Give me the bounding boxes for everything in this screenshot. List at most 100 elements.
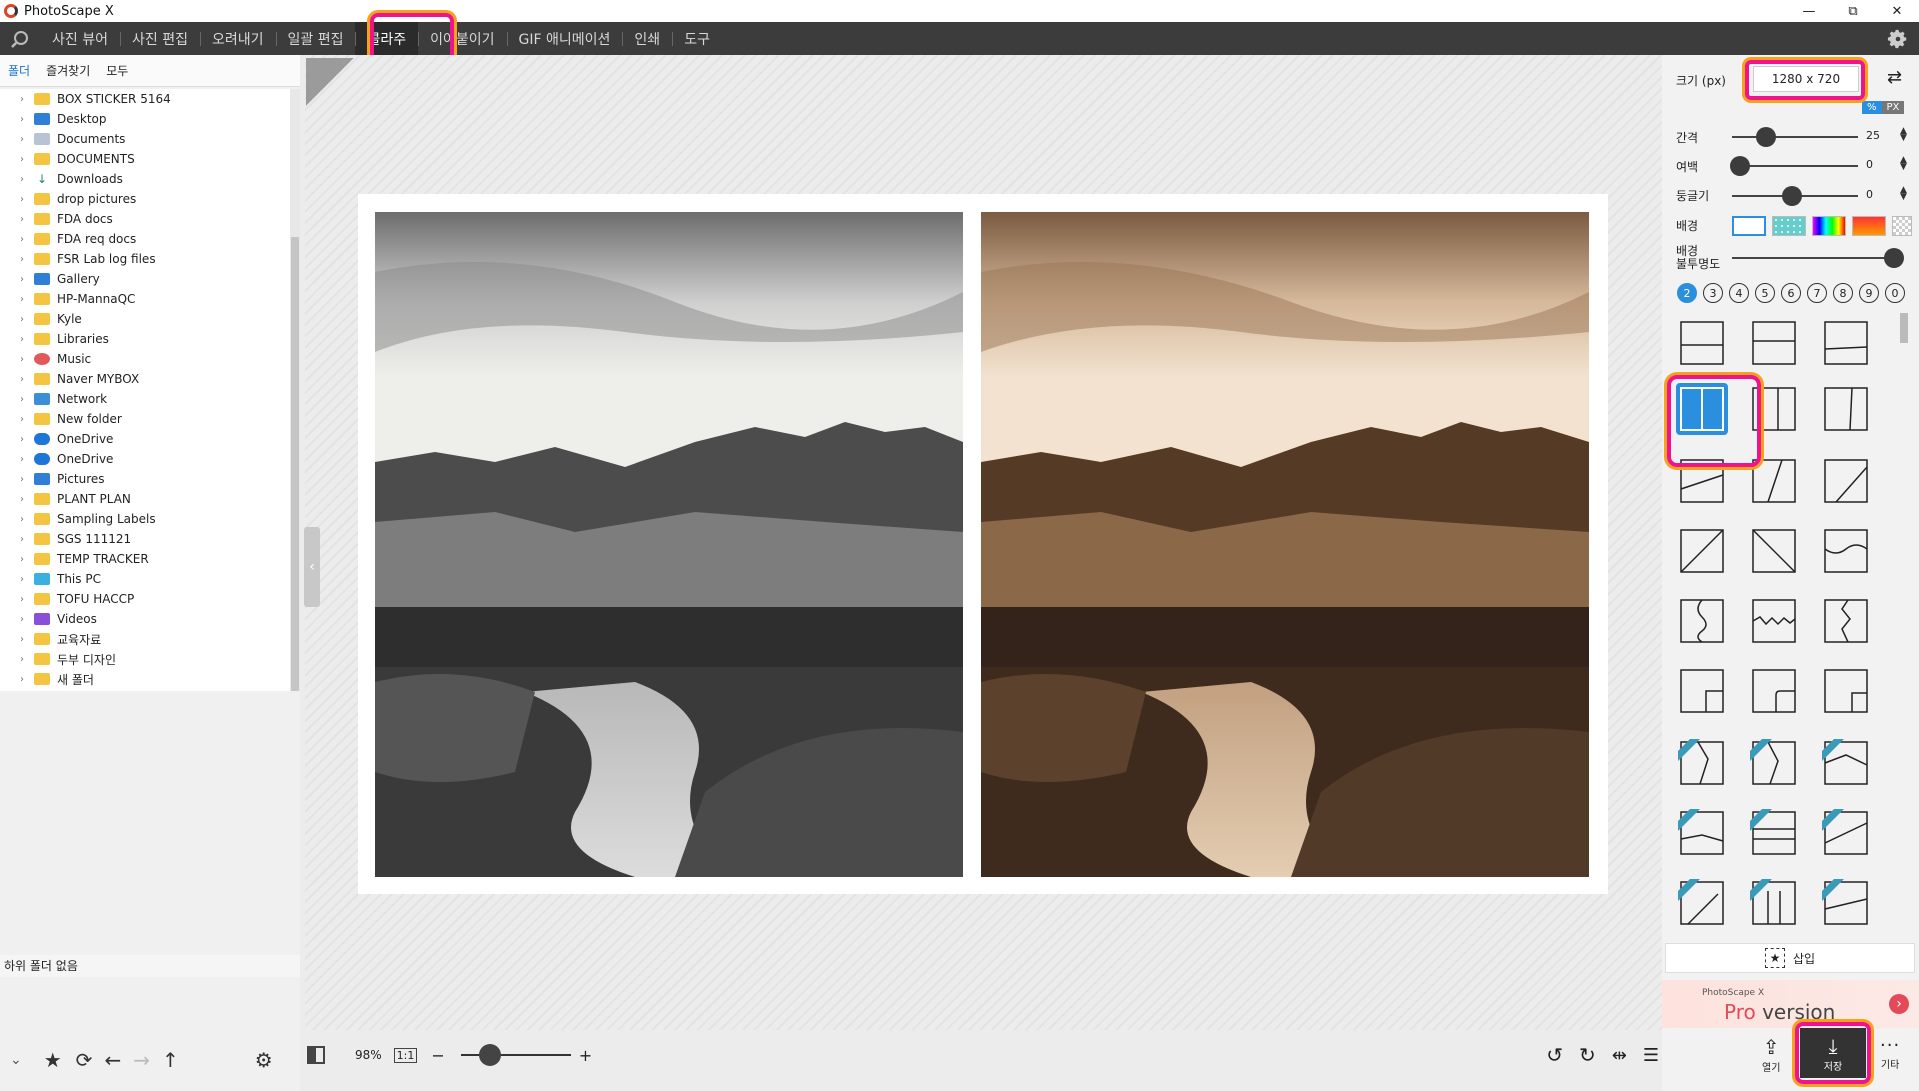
chevron-right-icon[interactable]: › bbox=[20, 494, 34, 505]
chevron-right-icon[interactable]: › bbox=[20, 614, 34, 625]
folder-row[interactable]: › 교육자료 bbox=[0, 629, 290, 649]
layout-option[interactable] bbox=[1676, 525, 1728, 577]
round-slider-knob[interactable] bbox=[1782, 186, 1802, 206]
flip-vertical-icon[interactable]: ☰ bbox=[1643, 1045, 1659, 1066]
folder-row[interactable]: › New folder bbox=[0, 409, 290, 429]
folder-row[interactable]: › TEMP TRACKER bbox=[0, 549, 290, 569]
bg-color-swatch[interactable] bbox=[1852, 216, 1886, 236]
layout-option[interactable] bbox=[1820, 595, 1872, 647]
folder-row[interactable]: › ↓ Downloads bbox=[0, 169, 290, 189]
chevron-right-icon[interactable]: › bbox=[20, 354, 34, 365]
settings-gear-icon[interactable] bbox=[1887, 28, 1909, 53]
margin-slider-knob[interactable] bbox=[1730, 156, 1750, 176]
tab-photo-editor[interactable]: 사진 편집 bbox=[119, 22, 200, 55]
folder-row[interactable]: › This PC bbox=[0, 569, 290, 589]
layout-option[interactable] bbox=[1748, 525, 1800, 577]
layout-option-pro[interactable] bbox=[1676, 877, 1728, 929]
spacing-slider[interactable] bbox=[1732, 127, 1858, 147]
chevron-right-icon[interactable]: › bbox=[20, 454, 34, 465]
layout-scrollbar[interactable] bbox=[1900, 313, 1908, 343]
count-5-button[interactable]: 5 bbox=[1755, 283, 1775, 303]
swap-orientation-icon[interactable]: ⇄ bbox=[1887, 67, 1902, 88]
chevron-right-icon[interactable]: › bbox=[20, 194, 34, 205]
count-7-button[interactable]: 7 bbox=[1807, 283, 1827, 303]
margin-value[interactable]: 0 bbox=[1866, 158, 1873, 171]
folder-row[interactable]: › BOX STICKER 5164 bbox=[0, 89, 290, 109]
folder-row[interactable]: › Sampling Labels bbox=[0, 509, 290, 529]
unit-toggle[interactable]: % PX bbox=[1862, 101, 1905, 114]
subtab-favorites[interactable]: 즐겨찾기 bbox=[46, 62, 90, 79]
count-8-button[interactable]: 8 bbox=[1833, 283, 1853, 303]
tree-scroll-thumb[interactable] bbox=[291, 237, 299, 691]
unit-percent-button[interactable]: % bbox=[1862, 101, 1882, 114]
insert-button[interactable]: ★ 삽입 bbox=[1665, 943, 1915, 973]
tree-scrollbar[interactable] bbox=[290, 89, 300, 691]
layout-option[interactable] bbox=[1748, 595, 1800, 647]
chevron-right-icon[interactable]: › bbox=[20, 254, 34, 265]
up-arrow-icon[interactable]: ↑ bbox=[162, 1048, 179, 1072]
rotate-right-icon[interactable]: ↻ bbox=[1579, 1043, 1596, 1067]
zoom-slider-knob[interactable] bbox=[478, 1044, 501, 1066]
chevron-right-icon[interactable]: › bbox=[20, 434, 34, 445]
zoom-in-icon[interactable]: + bbox=[579, 1046, 592, 1065]
layout-option-pro[interactable] bbox=[1676, 737, 1728, 789]
layout-option-pro[interactable] bbox=[1820, 807, 1872, 859]
layout-option[interactable] bbox=[1748, 317, 1800, 369]
tab-print[interactable]: 인쇄 bbox=[622, 22, 672, 55]
count-9-button[interactable]: 9 bbox=[1859, 283, 1879, 303]
count-3-button[interactable]: 3 bbox=[1703, 283, 1723, 303]
chevron-right-icon[interactable]: › bbox=[20, 414, 34, 425]
folder-row[interactable]: › Gallery bbox=[0, 269, 290, 289]
fit-view-icon[interactable] bbox=[307, 1046, 325, 1064]
layout-option-pro[interactable] bbox=[1820, 877, 1872, 929]
chevron-right-icon[interactable]: › bbox=[20, 314, 34, 325]
subtab-all[interactable]: 모두 bbox=[106, 62, 128, 79]
folder-row[interactable]: › 두부 디자인 bbox=[0, 649, 290, 669]
layout-option[interactable] bbox=[1676, 595, 1728, 647]
zoom-slider[interactable] bbox=[460, 1044, 571, 1066]
layout-option[interactable] bbox=[1820, 317, 1872, 369]
folder-row[interactable]: › OneDrive bbox=[0, 449, 290, 469]
collage-photo-bw[interactable] bbox=[375, 212, 963, 877]
round-value[interactable]: 0 bbox=[1866, 188, 1873, 201]
folder-row[interactable]: › HP-MannaQC bbox=[0, 289, 290, 309]
chevron-right-icon[interactable]: › bbox=[20, 154, 34, 165]
layout-option-pro[interactable] bbox=[1820, 737, 1872, 789]
folder-row[interactable]: › FSR Lab log files bbox=[0, 249, 290, 269]
tab-tools[interactable]: 도구 bbox=[672, 22, 722, 55]
folder-row[interactable]: › Desktop bbox=[0, 109, 290, 129]
tab-photo-viewer[interactable]: 사진 뷰어 bbox=[40, 22, 120, 55]
round-slider[interactable] bbox=[1732, 186, 1858, 206]
layout-option[interactable] bbox=[1748, 665, 1800, 717]
chevron-right-icon[interactable]: › bbox=[1889, 994, 1909, 1014]
chevron-right-icon[interactable]: › bbox=[20, 554, 34, 565]
folder-row[interactable]: › TOFU HACCP bbox=[0, 589, 290, 609]
bg-gradient-swatch[interactable] bbox=[1812, 216, 1846, 236]
chevron-right-icon[interactable]: › bbox=[20, 534, 34, 545]
bg-opacity-slider[interactable] bbox=[1732, 248, 1904, 268]
folder-row[interactable]: › Music bbox=[0, 349, 290, 369]
close-button[interactable]: ✕ bbox=[1875, 0, 1919, 22]
folder-row[interactable]: › Videos bbox=[0, 609, 290, 629]
count-0-button[interactable]: 0 bbox=[1885, 283, 1905, 303]
margin-slider[interactable] bbox=[1730, 156, 1858, 176]
bg-opacity-slider-knob[interactable] bbox=[1884, 248, 1904, 268]
chevron-right-icon[interactable]: › bbox=[20, 294, 34, 305]
folder-row[interactable]: › Network bbox=[0, 389, 290, 409]
chevron-right-icon[interactable]: › bbox=[20, 594, 34, 605]
folder-row[interactable]: › SGS 111121 bbox=[0, 529, 290, 549]
tab-batch[interactable]: 일괄 편집 bbox=[275, 22, 356, 55]
spacing-slider-knob[interactable] bbox=[1756, 127, 1776, 147]
chevron-right-icon[interactable]: › bbox=[20, 634, 34, 645]
collage-preview[interactable] bbox=[358, 194, 1608, 894]
round-stepper-icon[interactable]: ▲ ▼ bbox=[1900, 186, 1907, 202]
star-icon[interactable]: ★ bbox=[44, 1048, 62, 1072]
layout-option-pro[interactable] bbox=[1748, 737, 1800, 789]
layout-option[interactable] bbox=[1820, 455, 1872, 507]
margin-stepper-icon[interactable]: ▲ ▼ bbox=[1900, 156, 1907, 172]
folder-row[interactable]: › PLANT PLAN bbox=[0, 489, 290, 509]
chevron-right-icon[interactable]: › bbox=[20, 214, 34, 225]
bg-white-swatch[interactable] bbox=[1732, 216, 1766, 236]
flip-horizontal-icon[interactable]: ⇹ bbox=[1612, 1045, 1627, 1066]
collage-photo-sepia[interactable] bbox=[981, 212, 1589, 877]
